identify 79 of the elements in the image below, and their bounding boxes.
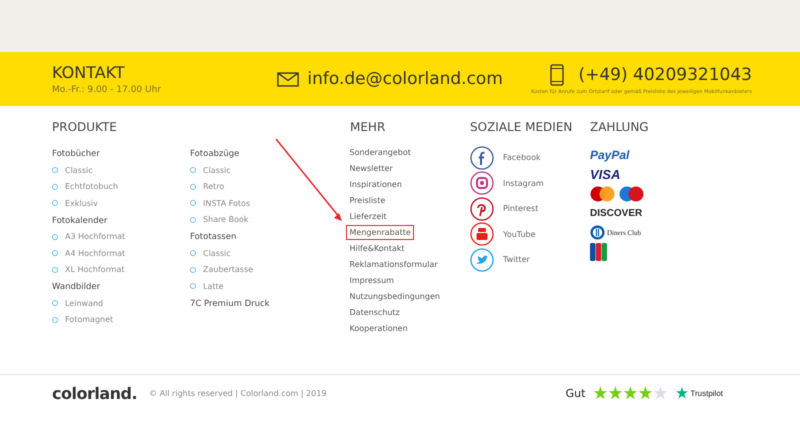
bullet-icon bbox=[52, 266, 58, 273]
footer-link[interactable]: Hilfe&Kontakt bbox=[346, 241, 408, 256]
column-heading: ZAHLUNG bbox=[590, 120, 650, 134]
footer-link[interactable]: Datenschutz bbox=[346, 305, 404, 320]
product-link[interactable]: Latte bbox=[203, 282, 224, 291]
bullet-icon bbox=[52, 234, 58, 240]
product-link[interactable]: Zaubertasse bbox=[203, 265, 254, 274]
contact-title: KONTAKT bbox=[52, 63, 126, 83]
product-link[interactable]: A4 Hochformat bbox=[65, 248, 126, 258]
product-link[interactable]: Classic bbox=[203, 166, 231, 175]
category-link[interactable]: Fotoabzüge bbox=[190, 147, 328, 162]
product-link[interactable]: Classic bbox=[65, 166, 93, 175]
payment-logo: PayPal bbox=[590, 148, 630, 162]
footer-link[interactable]: Sonderangebot bbox=[346, 145, 414, 160]
product-link[interactable]: XL Hochformat bbox=[65, 265, 125, 274]
category-link[interactable]: Fotokalender bbox=[52, 214, 190, 228]
product-link[interactable]: Fotomagnet bbox=[65, 315, 114, 324]
bullet-icon bbox=[190, 184, 196, 190]
footer-link[interactable]: Lieferzeit bbox=[346, 209, 390, 224]
trustpilot-logo[interactable]: Trustpilot bbox=[690, 388, 723, 398]
bullet-icon bbox=[190, 283, 196, 290]
column-heading: PRODUKTE bbox=[52, 120, 118, 134]
bullet-icon bbox=[52, 200, 58, 206]
bullet-icon bbox=[52, 316, 58, 323]
youtube-icon[interactable] bbox=[470, 222, 494, 246]
social-link[interactable]: YouTube bbox=[503, 230, 536, 239]
bullet-icon bbox=[52, 250, 58, 256]
product-link[interactable]: Echtfotobuch bbox=[65, 182, 118, 192]
category-link[interactable]: Wandbilder bbox=[52, 280, 190, 295]
footer-link[interactable]: Inspirationen bbox=[346, 177, 406, 192]
phone-icon bbox=[550, 64, 564, 86]
footer-link[interactable]: Reklamationsformular bbox=[346, 257, 442, 272]
category-link[interactable]: Fototassen bbox=[190, 230, 328, 245]
bullet-icon bbox=[190, 200, 196, 206]
bullet-icon bbox=[52, 300, 58, 306]
pinterest-icon[interactable] bbox=[470, 196, 494, 221]
social-link[interactable]: Twitter bbox=[503, 255, 530, 264]
bullet-icon bbox=[190, 216, 196, 223]
product-link[interactable]: Share Book bbox=[203, 215, 249, 224]
footer-link[interactable]: Impressum bbox=[346, 273, 398, 288]
card-logo-icon bbox=[590, 243, 607, 262]
social-link[interactable]: Facebook bbox=[503, 153, 541, 162]
category-link[interactable]: Fotobücher bbox=[52, 147, 190, 162]
product-link[interactable]: Retro bbox=[203, 182, 224, 192]
facebook-icon[interactable] bbox=[470, 146, 494, 170]
footer-link[interactable]: Nutzungsbedingungen bbox=[346, 289, 444, 304]
bullet-icon bbox=[190, 266, 196, 273]
payment-logo: VISA bbox=[590, 166, 620, 182]
opening-hours: Mo.-Fr.: 9.00 - 17.00 Uhr bbox=[52, 85, 162, 95]
twitter-icon[interactable] bbox=[470, 248, 494, 272]
instagram-icon[interactable] bbox=[470, 171, 494, 196]
email-link[interactable]: info.de@colorland.com bbox=[307, 69, 503, 89]
product-link[interactable]: INSTA Fotos bbox=[203, 198, 250, 208]
payment-logo: DISCOVER bbox=[590, 208, 642, 219]
copyright-text: © All rights reserved | Colorland.com | 2019 bbox=[149, 388, 326, 398]
card-logo-icon bbox=[590, 225, 605, 240]
bullet-icon bbox=[52, 167, 58, 174]
bullet-icon bbox=[190, 250, 196, 256]
highlighted-link[interactable]: Mengenrabatte bbox=[346, 225, 414, 240]
rating-label: Gut bbox=[566, 386, 586, 400]
product-link[interactable]: Leinwand bbox=[65, 298, 104, 308]
footer-link[interactable]: Preisliste bbox=[346, 193, 389, 208]
footer-link[interactable]: Newsletter bbox=[346, 161, 396, 176]
phone-number[interactable]: (+49) 40209321043 bbox=[578, 64, 752, 84]
product-link[interactable]: Exklusiv bbox=[65, 198, 98, 208]
bullet-icon bbox=[52, 184, 58, 190]
product-link[interactable]: A3 Hochformat bbox=[65, 232, 126, 242]
product-link[interactable]: Classic bbox=[203, 248, 231, 258]
column-heading: MEHR bbox=[350, 120, 386, 134]
footer-link[interactable]: Kooperationen bbox=[346, 321, 412, 336]
brand-logo[interactable]: colorland. bbox=[52, 384, 138, 402]
card-logos-icon bbox=[590, 186, 644, 202]
envelope-icon bbox=[277, 72, 300, 86]
bullet-icon bbox=[190, 167, 196, 174]
category-link[interactable]: 7C Premium Druck bbox=[190, 296, 328, 312]
star-icon bbox=[676, 387, 688, 399]
column-heading: SOZIALE MEDIEN bbox=[470, 120, 574, 134]
social-link[interactable]: Pinterest bbox=[503, 204, 538, 214]
social-link[interactable]: Instagram bbox=[503, 178, 544, 188]
